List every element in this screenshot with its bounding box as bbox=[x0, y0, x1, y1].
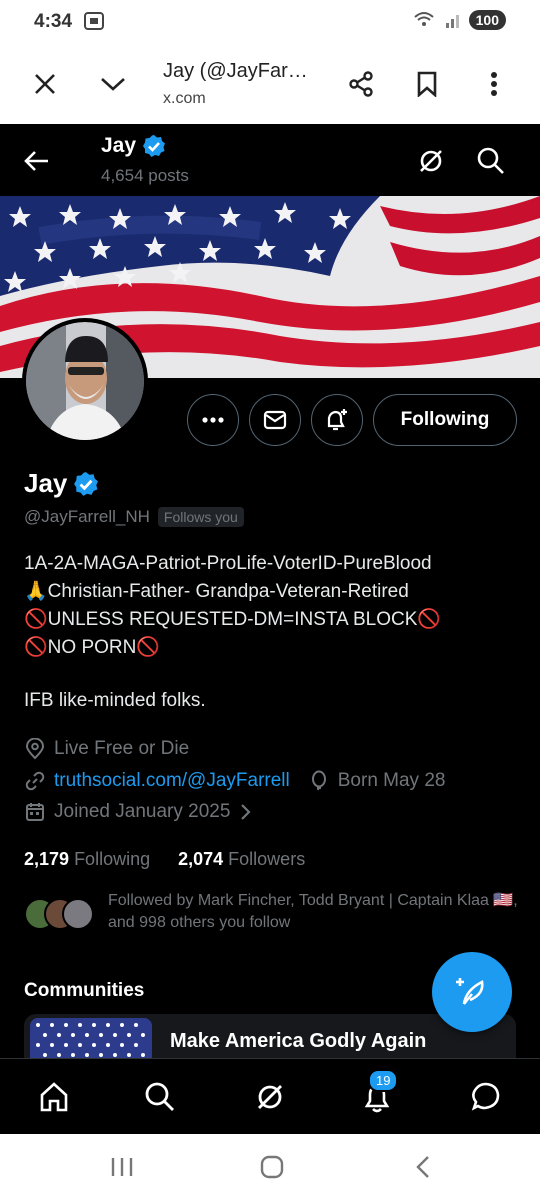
search-icon[interactable] bbox=[140, 1077, 180, 1117]
notify-button[interactable] bbox=[311, 394, 363, 446]
header-name: Jay bbox=[101, 134, 166, 158]
more-horizontal-icon bbox=[202, 417, 224, 423]
compose-feather-icon bbox=[456, 978, 484, 1005]
profile-bio: 1A-2A-MAGA-Patriot-ProLife-VoterID-PureB… bbox=[24, 550, 524, 662]
wifi-icon bbox=[413, 12, 434, 26]
website-row: truthsocial.com/@JayFarrell Born May 28 bbox=[24, 770, 445, 792]
community-thumbnail bbox=[30, 1018, 152, 1060]
bookmark-icon[interactable] bbox=[411, 68, 443, 100]
followers-count: 2,074 bbox=[178, 849, 224, 869]
browser-title: Jay (@JayFar… bbox=[163, 60, 308, 82]
following-count: 2,179 bbox=[24, 849, 70, 869]
bio-line: 1A-2A-MAGA-Patriot-ProLife-VoterID-PureB… bbox=[24, 553, 432, 574]
followers-stat[interactable]: 2,074 Followers bbox=[178, 849, 305, 870]
prohibited-icon: 🚫 bbox=[24, 637, 48, 658]
chevron-right-icon bbox=[241, 804, 251, 820]
prohibited-icon: 🚫 bbox=[24, 609, 48, 630]
bottom-navigation: 19 bbox=[0, 1058, 540, 1134]
screenshot-icon bbox=[84, 12, 104, 30]
more-vertical-icon[interactable] bbox=[478, 68, 510, 100]
grok-icon[interactable] bbox=[250, 1077, 290, 1117]
balloon-icon bbox=[311, 770, 326, 791]
location-text: Live Free or Die bbox=[54, 738, 190, 759]
search-icon[interactable] bbox=[474, 144, 508, 178]
followers-label: Followers bbox=[228, 849, 306, 869]
prohibited-icon: 🚫 bbox=[417, 609, 442, 630]
avatar-photo bbox=[26, 322, 144, 440]
website-link[interactable]: truthsocial.com/@JayFarrell bbox=[54, 770, 290, 792]
status-right: 100 bbox=[413, 10, 506, 30]
handle-text: @JayFarrell_NH bbox=[24, 507, 150, 526]
home-button-icon[interactable] bbox=[257, 1152, 287, 1182]
back-button-icon[interactable] bbox=[408, 1152, 438, 1182]
close-icon[interactable] bbox=[29, 68, 61, 100]
system-navigation bbox=[0, 1134, 540, 1200]
joined-text: Joined January 2025 bbox=[54, 801, 231, 822]
bio-line-text: NO PORN bbox=[47, 637, 137, 658]
messages-icon[interactable] bbox=[465, 1077, 505, 1117]
grok-icon[interactable] bbox=[414, 144, 448, 178]
followed-by-text: Followed by Mark Fincher, Todd Bryant | … bbox=[108, 892, 518, 931]
back-arrow-icon[interactable] bbox=[20, 144, 54, 178]
followed-by-row[interactable]: Followed by Mark Fincher, Todd Bryant | … bbox=[24, 890, 524, 940]
profile-header: Jay 4,654 posts bbox=[0, 124, 540, 196]
link-icon bbox=[25, 771, 45, 791]
community-thumbnail-image bbox=[30, 1018, 152, 1060]
mail-icon bbox=[263, 410, 287, 430]
bio-line: 🙏Christian-Father- Grandpa-Veteran-Retir… bbox=[24, 581, 409, 602]
prohibited-icon: 🚫 bbox=[136, 637, 161, 658]
status-time: 4:34 bbox=[34, 11, 73, 32]
location-pin-icon bbox=[25, 738, 45, 760]
follow-stats: 2,179 Following 2,074 Followers bbox=[24, 849, 305, 870]
follows-you-badge: Follows you bbox=[157, 507, 244, 527]
bell-plus-icon bbox=[327, 409, 347, 431]
notifications-badge: 19 bbox=[368, 1069, 399, 1092]
browser-url: x.com bbox=[163, 90, 206, 107]
profile-name: Jay bbox=[24, 468, 99, 499]
verified-badge-icon bbox=[74, 471, 99, 496]
bio-line-text: UNLESS REQUESTED-DM=INSTA BLOCK bbox=[47, 609, 418, 630]
compose-button[interactable] bbox=[432, 952, 512, 1032]
mutual-avatars bbox=[24, 898, 94, 930]
following-stat[interactable]: 2,179 Following bbox=[24, 849, 150, 870]
community-card[interactable]: Make America Godly Again bbox=[24, 1014, 516, 1060]
communities-title: Communities bbox=[24, 980, 145, 1001]
status-bar: 4:34 100 bbox=[0, 0, 540, 44]
header-post-count: 4,654 posts bbox=[101, 166, 189, 185]
community-name: Make America Godly Again bbox=[170, 1030, 427, 1052]
chevron-down-icon[interactable] bbox=[97, 68, 129, 100]
mutual-avatar bbox=[62, 898, 94, 930]
share-icon[interactable] bbox=[345, 68, 377, 100]
joined-row[interactable]: Joined January 2025 bbox=[24, 801, 252, 823]
signal-icon bbox=[445, 15, 459, 28]
birthday-text: Born May 28 bbox=[337, 770, 446, 791]
home-icon[interactable] bbox=[34, 1077, 74, 1117]
location-row: Live Free or Die bbox=[24, 738, 189, 760]
message-button[interactable] bbox=[249, 394, 301, 446]
recent-apps-icon[interactable] bbox=[107, 1152, 137, 1182]
header-name-text: Jay bbox=[101, 134, 137, 157]
verified-badge-icon bbox=[143, 135, 166, 157]
following-label: Following bbox=[74, 849, 151, 869]
profile-name-text: Jay bbox=[24, 468, 68, 498]
browser-toolbar: Jay (@JayFar… x.com bbox=[0, 44, 540, 124]
following-button[interactable]: Following bbox=[373, 394, 517, 446]
bio-line: 🚫UNLESS REQUESTED-DM=INSTA BLOCK🚫 bbox=[24, 606, 524, 634]
profile-handle: @JayFarrell_NH Follows you bbox=[24, 507, 244, 527]
calendar-icon bbox=[26, 803, 44, 821]
more-options-button[interactable] bbox=[187, 394, 239, 446]
bio-line: 🚫NO PORN🚫 bbox=[24, 634, 524, 662]
profile-avatar[interactable] bbox=[22, 318, 148, 444]
bio-extra: IFB like-minded folks. bbox=[24, 690, 206, 711]
battery-indicator: 100 bbox=[468, 10, 506, 30]
